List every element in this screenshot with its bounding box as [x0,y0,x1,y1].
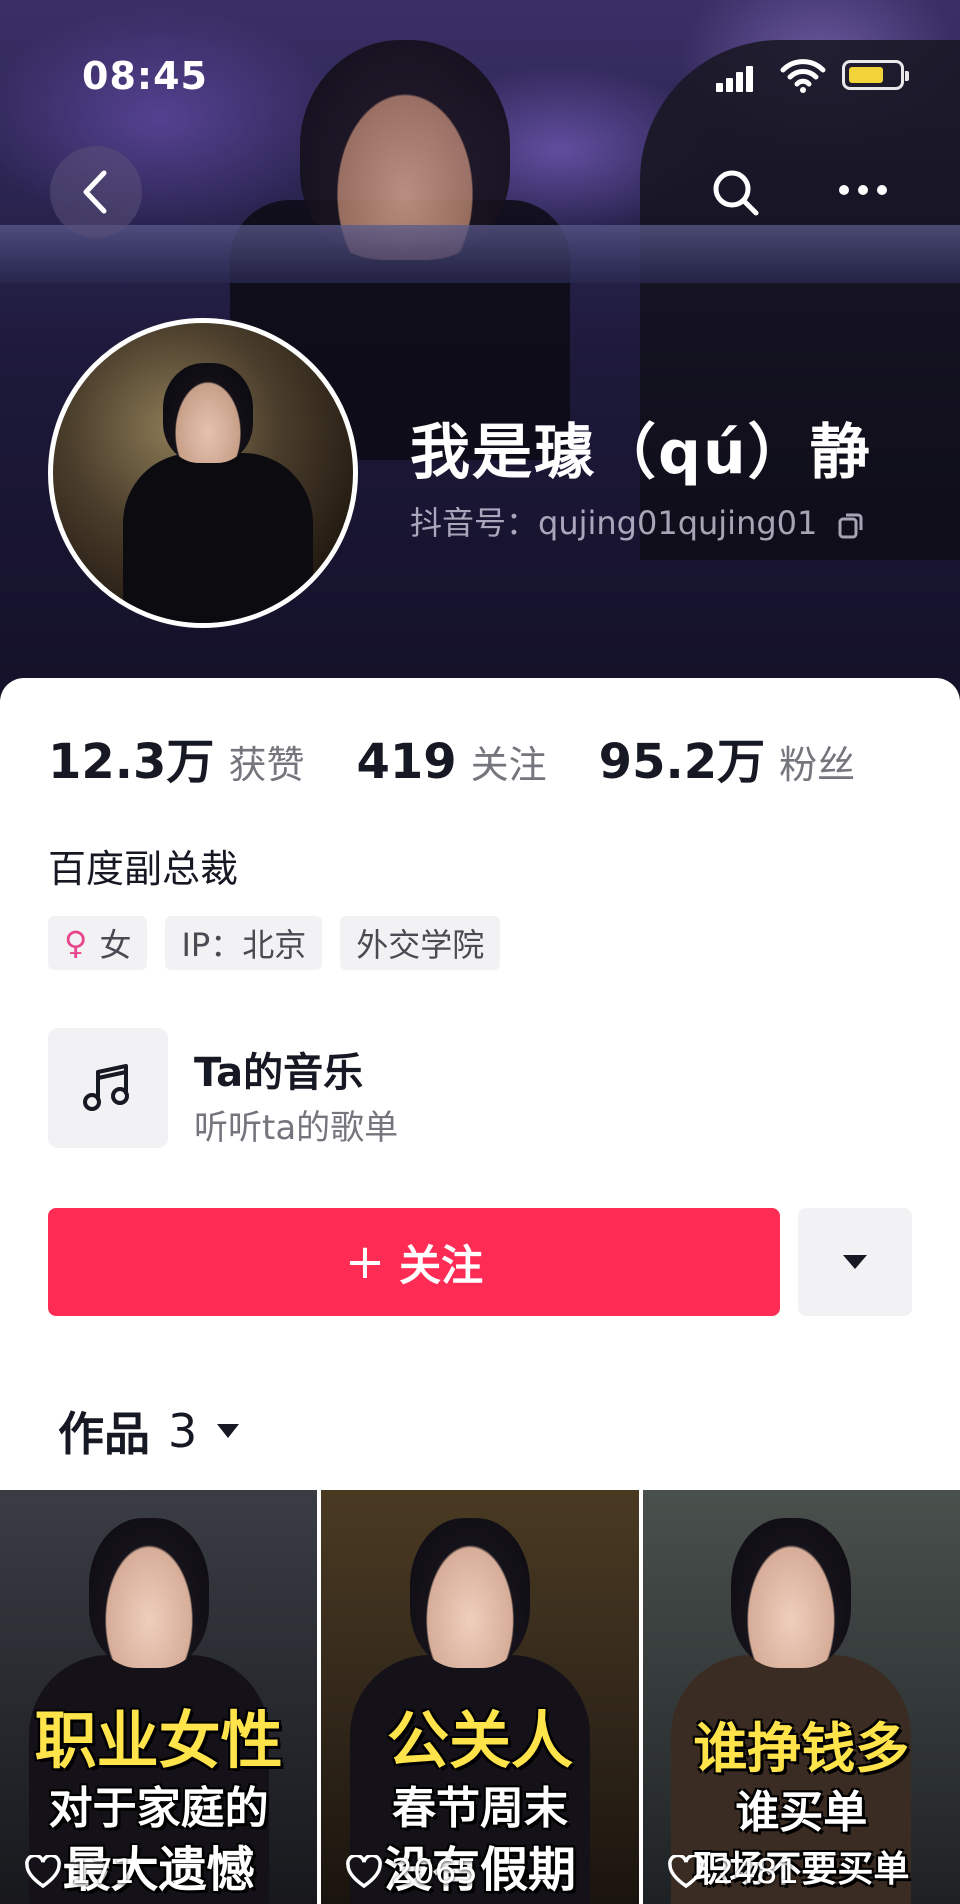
video-likes: 2065 [345,1852,478,1892]
chevron-left-icon [83,170,107,214]
video-thumbnail[interactable]: 谁挣钱多 谁买单 职场不要买单 2481 [642,1490,960,1904]
tab-works-count: 3 [168,1404,198,1458]
video-caption-line2: 对于家庭的 [48,1783,269,1834]
caret-down-icon [843,1255,867,1269]
tab-works-label: 作品 [58,1407,150,1461]
followers-count[interactable]: 95.2万 [599,722,765,792]
recommend-dropdown-button[interactable] [798,1208,912,1316]
music-subtitle: 听听ta的歌单 [194,1108,399,1148]
video-caption-line2: 谁买单 [735,1787,868,1838]
female-icon: ♀ [64,924,88,962]
follow-button-label: 关注 [399,1240,484,1290]
avatar[interactable] [48,318,358,628]
music-icon-box [48,1028,168,1148]
video-grid: 职业女性 对于家庭的 最大遗憾 171 公关人 春节周末 没有假期 2065 谁… [0,1490,960,1904]
video-caption-line1: 公关人 [386,1704,573,1777]
heart-icon [667,1855,704,1889]
video-likes: 2481 [667,1852,800,1892]
likes-label: 获赞 [228,743,305,787]
copy-icon[interactable] [836,510,866,540]
ip-tag: IP：北京 [165,916,323,970]
video-likes-count: 2481 [712,1852,800,1892]
tab-works[interactable]: 作品 3 [58,1398,241,1464]
plus-icon: + [344,1234,386,1290]
followers-label[interactable]: 粉丝 [779,734,855,789]
profile-header: 08:45 我是璩（qú）静 抖音号：qujing01qujing01 [0,0,960,700]
username: 我是璩（qú）静 [410,418,872,488]
stats-row: 12.3万 获赞 419 关注 95.2万 粉丝 [48,722,907,792]
heart-icon [25,1855,61,1889]
following-count[interactable]: 419 [356,734,456,790]
status-time: 08:45 [82,54,208,98]
signal-icon [716,66,756,92]
douyin-id-row[interactable]: 抖音号：qujing01qujing01 [410,498,866,544]
video-caption-line1: 谁挣钱多 [693,1717,910,1780]
search-icon[interactable] [708,165,764,221]
douyin-id: 抖音号：qujing01qujing01 [410,504,818,542]
back-button[interactable] [50,146,142,238]
music-note-icon [83,1064,129,1111]
wifi-icon [780,59,826,93]
more-dots-icon[interactable] [836,178,890,202]
heart-icon [346,1855,383,1889]
video-caption-line2: 春节周末 [391,1783,568,1834]
battery-icon [842,60,909,90]
caret-down-icon [217,1424,240,1438]
school-tag[interactable]: 外交学院 [340,916,501,970]
video-likes-count: 171 [70,1852,135,1892]
following-label[interactable]: 关注 [471,734,547,789]
video-thumbnail[interactable]: 公关人 春节周末 没有假期 2065 [321,1490,639,1904]
video-likes-count: 2065 [391,1852,478,1892]
video-likes: 171 [24,1852,135,1892]
video-thumbnail[interactable]: 职业女性 对于家庭的 最大遗憾 171 [0,1490,318,1904]
gender-tag-label: 女 [99,926,132,964]
likes-count: 12.3万 [48,734,215,790]
music-title: Ta的音乐 [194,1050,364,1096]
video-caption-line1: 职业女性 [34,1704,283,1777]
gender-tag: ♀ 女 [48,916,148,970]
bio: 百度副总裁 [48,847,239,891]
music-entry[interactable]: Ta的音乐 听听ta的歌单 [48,1028,748,1148]
tags-row: ♀ 女 IP：北京 外交学院 [48,916,501,970]
follow-button[interactable]: + 关注 [48,1208,780,1316]
header-background-rail [0,225,960,283]
